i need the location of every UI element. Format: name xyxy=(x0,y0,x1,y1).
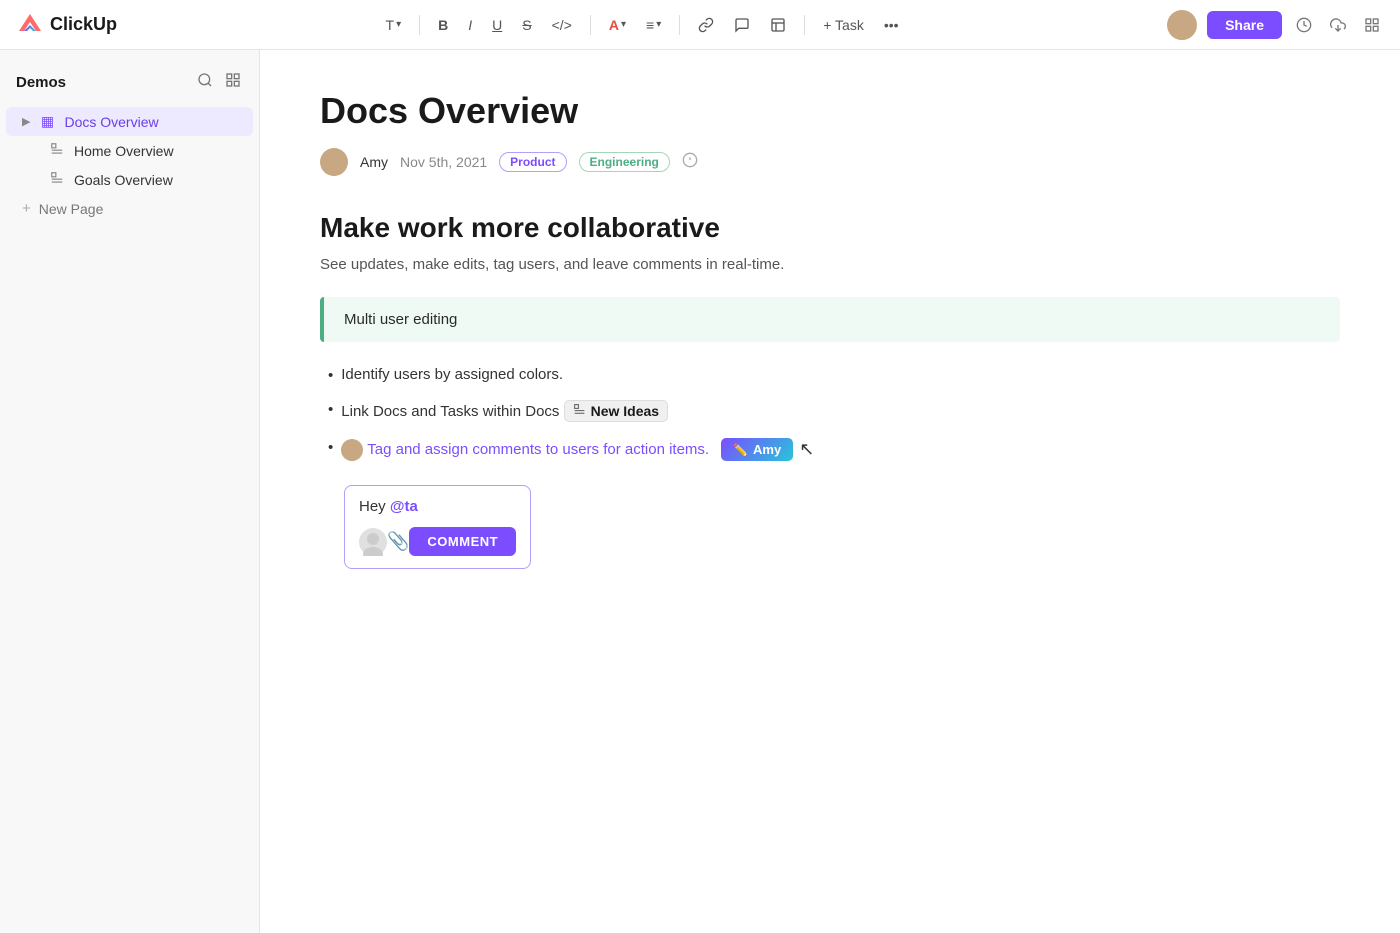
app-logo: ClickUp xyxy=(16,11,117,39)
bullet-item-2: • Link Docs and Tasks within Docs New Id… xyxy=(320,400,1340,422)
mention-text: @ta xyxy=(390,498,418,515)
toolbar-right-area: Share xyxy=(1167,10,1384,40)
user-avatar xyxy=(1167,10,1197,40)
share-button[interactable]: Share xyxy=(1207,11,1282,39)
bullet-dot-1: • xyxy=(328,367,333,384)
amy-tooltip: ✏️ Amy xyxy=(721,438,793,461)
text-format-button[interactable]: T ▾ xyxy=(380,13,408,37)
sidebar-item-docs-overview[interactable]: ▶ ▦ Docs Overview xyxy=(6,107,253,136)
toolbar-divider-3 xyxy=(679,15,680,35)
sidebar-chevron-icon: ▶ xyxy=(22,115,30,128)
sidebar-item-label-goals: Goals Overview xyxy=(74,172,173,188)
doc-content: Docs Overview Amy Nov 5th, 2021 Product … xyxy=(260,50,1400,933)
author-name: Amy xyxy=(360,154,388,170)
section-subtitle: See updates, make edits, tag users, and … xyxy=(320,256,1340,273)
bullet-dot-3: • xyxy=(328,439,333,456)
highlighted-text: Tag and assign comments to users for act… xyxy=(367,441,709,458)
comment-user-avatar xyxy=(359,528,387,556)
toolbar-divider-4 xyxy=(804,15,805,35)
tag-product[interactable]: Product xyxy=(499,152,566,172)
pencil-icon: ✏️ xyxy=(733,443,748,457)
docs-overview-icon: ▦ xyxy=(38,113,56,130)
new-page-plus-icon: + xyxy=(22,200,31,217)
sidebar-item-label-home: Home Overview xyxy=(74,143,174,159)
sidebar-header-icons xyxy=(195,70,243,95)
bullet-text-1: Identify users by assigned colors. xyxy=(341,366,563,383)
section-heading: Make work more collaborative xyxy=(320,212,1340,244)
bullet-item-1: • Identify users by assigned colors. xyxy=(320,366,1340,384)
tag-engineering[interactable]: Engineering xyxy=(579,152,670,172)
doc-meta: Amy Nov 5th, 2021 Product Engineering xyxy=(320,148,1340,176)
comment-box: Hey @ta 📎 COMMENT xyxy=(344,485,531,569)
sidebar-item-label-docs: Docs Overview xyxy=(64,114,158,130)
toolbar: ClickUp T ▾ B I U S </> A ▾ ≡ ▾ xyxy=(0,0,1400,50)
formatting-toolbar: T ▾ B I U S </> A ▾ ≡ ▾ + Task ••• xyxy=(380,13,905,37)
bullet-text-2: Link Docs and Tasks within Docs New Idea… xyxy=(341,400,668,422)
author-avatar xyxy=(320,148,348,176)
sidebar-item-home-overview[interactable]: Home Overview xyxy=(6,136,253,165)
workspace-label: Demos xyxy=(16,74,66,91)
bullet-dot-2: • xyxy=(328,401,333,418)
color-button[interactable]: A ▾ xyxy=(603,13,632,37)
history-button[interactable] xyxy=(1292,13,1316,37)
commenter-avatar xyxy=(341,439,363,461)
sidebar-header: Demos xyxy=(0,62,259,107)
new-page-button[interactable]: + New Page xyxy=(6,194,253,223)
sidebar-item-goals-overview[interactable]: Goals Overview xyxy=(6,165,253,194)
bullet-item-3: • Tag and assign comments to users for a… xyxy=(320,438,1340,569)
sidebar: Demos ▶ ▦ Docs Overview Home Overview xyxy=(0,50,260,933)
strikethrough-button[interactable]: S xyxy=(516,13,537,37)
comment-trigger-area: Tag and assign comments to users for act… xyxy=(341,438,814,461)
comment-submit-button[interactable]: COMMENT xyxy=(409,527,516,556)
toolbar-divider xyxy=(419,15,420,35)
doc-link-label: New Ideas xyxy=(591,403,659,419)
cursor-icon: ↖ xyxy=(799,439,814,460)
attach-icon[interactable]: 📎 xyxy=(387,531,409,552)
bullet-list: • Identify users by assigned colors. • L… xyxy=(320,366,1340,569)
bold-button[interactable]: B xyxy=(432,13,454,37)
italic-button[interactable]: I xyxy=(462,13,478,37)
callout-block: Multi user editing xyxy=(320,297,1340,342)
privacy-icon xyxy=(682,152,698,173)
add-task-button[interactable]: + Task xyxy=(817,13,870,37)
comment-toolbar-button[interactable] xyxy=(728,13,756,37)
comment-actions: 📎 COMMENT xyxy=(359,527,516,556)
toolbar-divider-2 xyxy=(590,15,591,35)
export-button[interactable] xyxy=(1326,13,1350,37)
home-overview-icon xyxy=(48,142,66,159)
underline-button[interactable]: U xyxy=(486,13,508,37)
amy-tooltip-label: Amy xyxy=(753,442,781,457)
attach-toolbar-button[interactable] xyxy=(764,13,792,37)
more-options-button[interactable]: ••• xyxy=(878,13,905,37)
layout-button[interactable] xyxy=(1360,13,1384,37)
goals-overview-icon xyxy=(48,171,66,188)
toolbar-logo-area: ClickUp xyxy=(16,11,117,39)
code-button[interactable]: </> xyxy=(546,13,578,37)
bullet-row-3: • Tag and assign comments to users for a… xyxy=(328,438,1340,461)
sidebar-search-button[interactable] xyxy=(195,70,215,95)
doc-link-chip[interactable]: New Ideas xyxy=(564,400,668,422)
doc-date: Nov 5th, 2021 xyxy=(400,154,487,170)
callout-text: Multi user editing xyxy=(344,311,457,328)
align-button[interactable]: ≡ ▾ xyxy=(640,13,667,37)
link-button[interactable] xyxy=(692,13,720,37)
comment-input-text: Hey @ta xyxy=(359,498,516,515)
doc-title: Docs Overview xyxy=(320,90,1340,132)
new-page-label: New Page xyxy=(39,201,104,217)
sidebar-layout-button[interactable] xyxy=(223,70,243,95)
main-layout: Demos ▶ ▦ Docs Overview Home Overview xyxy=(0,50,1400,933)
doc-link-icon xyxy=(573,403,586,419)
